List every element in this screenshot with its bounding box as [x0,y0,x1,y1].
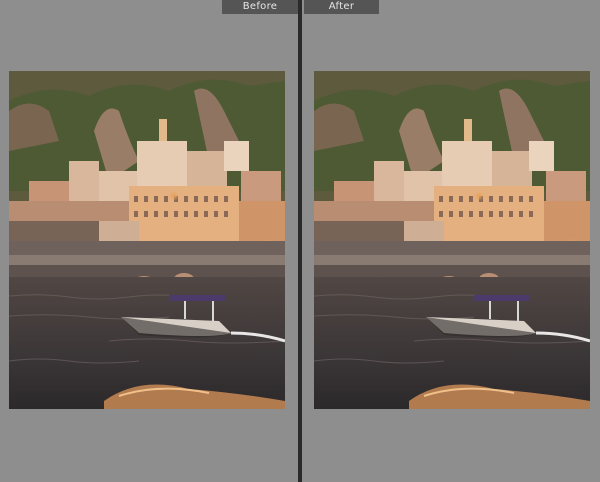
before-label: Before [222,0,298,14]
after-pane: After [302,0,600,482]
before-photo [9,71,285,409]
before-pane: Before [0,0,298,482]
coastal-village-photo-icon [9,71,285,409]
after-photo [314,71,590,409]
coastal-village-photo-icon [314,71,590,409]
after-label: After [304,0,379,14]
